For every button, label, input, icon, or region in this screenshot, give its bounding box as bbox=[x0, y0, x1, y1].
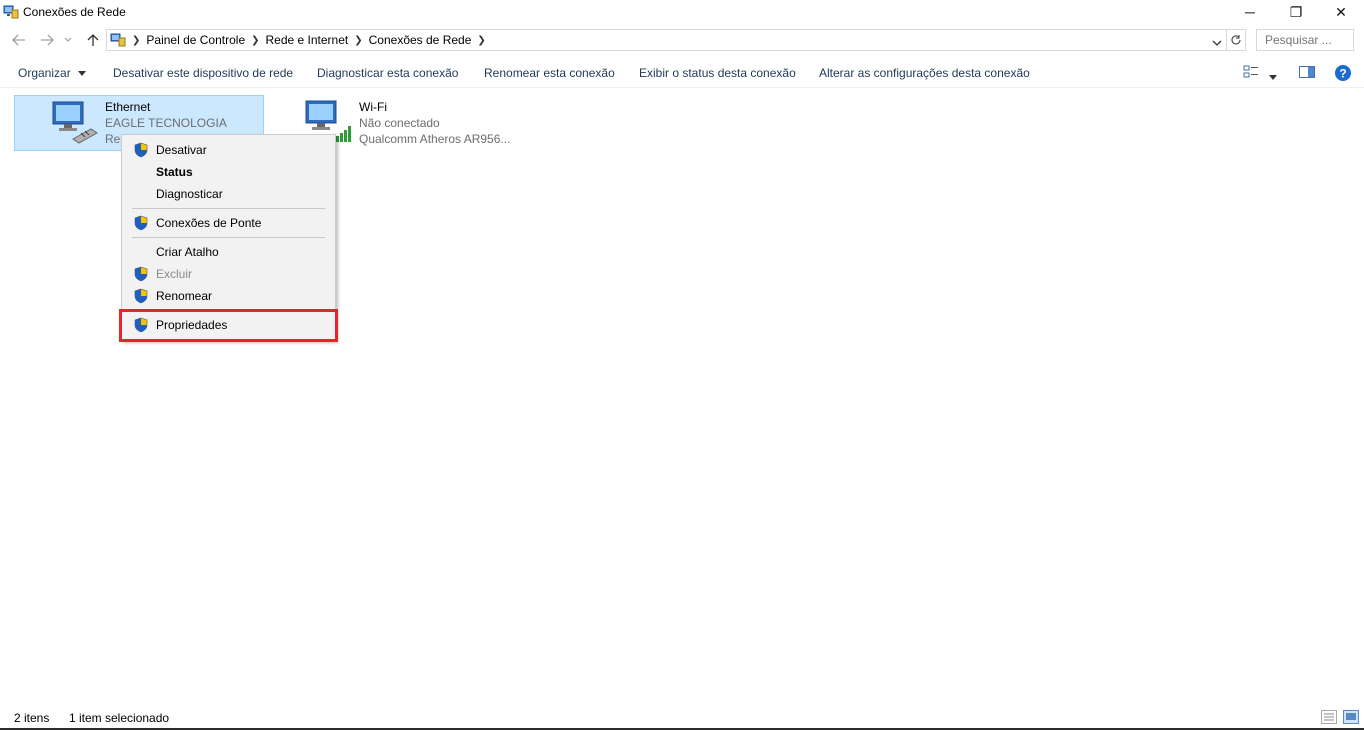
menu-item-diagnose[interactable]: Diagnosticar bbox=[122, 183, 335, 205]
recent-locations-chevron-icon[interactable] bbox=[61, 31, 75, 49]
connection-name: Wi-Fi bbox=[359, 100, 387, 114]
connection-adapter: Qualcomm Atheros AR956... bbox=[359, 132, 511, 146]
disable-device-button[interactable]: Desativar este dispositivo de rede bbox=[113, 66, 293, 80]
search-input[interactable] bbox=[1256, 29, 1354, 51]
connection-status: EAGLE TECNOLOGIA bbox=[105, 116, 227, 130]
control-panel-icon bbox=[110, 32, 126, 48]
large-icons-view-icon[interactable] bbox=[1343, 710, 1359, 727]
menu-item-label: Diagnosticar bbox=[156, 187, 223, 201]
uac-shield-icon bbox=[133, 142, 149, 158]
details-view-icon[interactable] bbox=[1321, 710, 1337, 727]
address-bar[interactable]: ❯ Painel de Controle ❯ Rede e Internet ❯… bbox=[106, 29, 1227, 51]
dropdown-arrow-icon bbox=[78, 71, 87, 77]
network-connections-icon bbox=[3, 4, 19, 20]
window-title: Conexões de Rede bbox=[23, 5, 126, 19]
menu-separator bbox=[132, 237, 325, 238]
breadcrumb-separator-icon[interactable]: ❯ bbox=[477, 35, 485, 46]
view-options-chevron-icon[interactable] bbox=[1269, 69, 1277, 83]
maximize-button[interactable]: ❐ bbox=[1273, 0, 1319, 24]
menu-item-disable[interactable]: Desativar bbox=[122, 139, 335, 161]
breadcrumb-control-panel[interactable]: Painel de Controle bbox=[146, 33, 245, 47]
menu-item-label: Renomear bbox=[156, 289, 213, 303]
rename-connection-button[interactable]: Renomear esta conexão bbox=[484, 66, 615, 80]
uac-shield-icon bbox=[133, 215, 149, 231]
menu-separator bbox=[132, 208, 325, 209]
properties-highlight-annotation bbox=[119, 309, 338, 342]
change-settings-button[interactable]: Alterar as configurações desta conexão bbox=[819, 66, 1030, 80]
view-status-button[interactable]: Exibir o status desta conexão bbox=[639, 66, 796, 80]
menu-item-label: Desativar bbox=[156, 143, 207, 157]
menu-item-label: Conexões de Ponte bbox=[156, 216, 262, 230]
minimize-button[interactable]: ─ bbox=[1227, 0, 1273, 24]
menu-item-label: Criar Atalho bbox=[156, 245, 219, 259]
preview-pane-icon[interactable] bbox=[1299, 65, 1315, 82]
refresh-icon[interactable] bbox=[1226, 29, 1246, 51]
menu-item-label: Status bbox=[156, 165, 193, 179]
menu-item-rename[interactable]: Renomear bbox=[122, 285, 335, 307]
menu-item-create-shortcut[interactable]: Criar Atalho bbox=[122, 241, 335, 263]
organize-label: Organizar bbox=[18, 66, 71, 80]
breadcrumb-separator-icon: ❯ bbox=[132, 34, 141, 46]
breadcrumb-separator-icon[interactable]: ❯ bbox=[354, 35, 362, 46]
menu-item-bridge[interactable]: Conexões de Ponte bbox=[122, 212, 335, 234]
forward-arrow-icon[interactable] bbox=[37, 31, 57, 49]
ethernet-adapter-icon bbox=[51, 99, 99, 150]
diagnose-connection-button[interactable]: Diagnosticar esta conexão bbox=[317, 66, 458, 80]
selection-count: 1 item selecionado bbox=[69, 711, 170, 725]
connection-name: Ethernet bbox=[105, 100, 151, 114]
up-arrow-icon[interactable] bbox=[83, 31, 103, 49]
connection-status: Não conectado bbox=[359, 116, 440, 130]
command-bar: Organizar Desativar este dispositivo de … bbox=[0, 58, 1364, 88]
status-bar: 2 itens 1 item selecionado bbox=[0, 708, 1364, 730]
item-count: 2 itens bbox=[14, 711, 50, 725]
change-view-icon[interactable] bbox=[1243, 65, 1259, 82]
address-dropdown-chevron-icon[interactable] bbox=[1212, 36, 1222, 50]
breadcrumb-network-connections[interactable]: Conexões de Rede bbox=[369, 33, 472, 47]
help-icon[interactable]: ? bbox=[1334, 64, 1352, 85]
back-arrow-icon[interactable] bbox=[9, 31, 29, 49]
svg-text:?: ? bbox=[1339, 67, 1346, 81]
menu-item-label: Excluir bbox=[156, 267, 193, 281]
uac-shield-icon bbox=[133, 288, 149, 304]
menu-item-delete: Excluir bbox=[122, 263, 335, 285]
wifi-connection-item[interactable]: Wi-Fi Não conectado Qualcomm Atheros AR9… bbox=[300, 95, 540, 151]
menu-item-status[interactable]: Status bbox=[122, 161, 335, 183]
close-button[interactable]: ✕ bbox=[1318, 0, 1364, 24]
title-bar: Conexões de Rede ─ ❐ ✕ bbox=[0, 0, 1364, 24]
breadcrumb-separator-icon[interactable]: ❯ bbox=[251, 35, 259, 46]
breadcrumb-network-internet[interactable]: Rede e Internet bbox=[266, 33, 349, 47]
address-row: ❯ Painel de Controle ❯ Rede e Internet ❯… bbox=[0, 27, 1364, 53]
organize-button[interactable]: Organizar bbox=[18, 66, 87, 80]
uac-shield-icon bbox=[133, 266, 149, 282]
